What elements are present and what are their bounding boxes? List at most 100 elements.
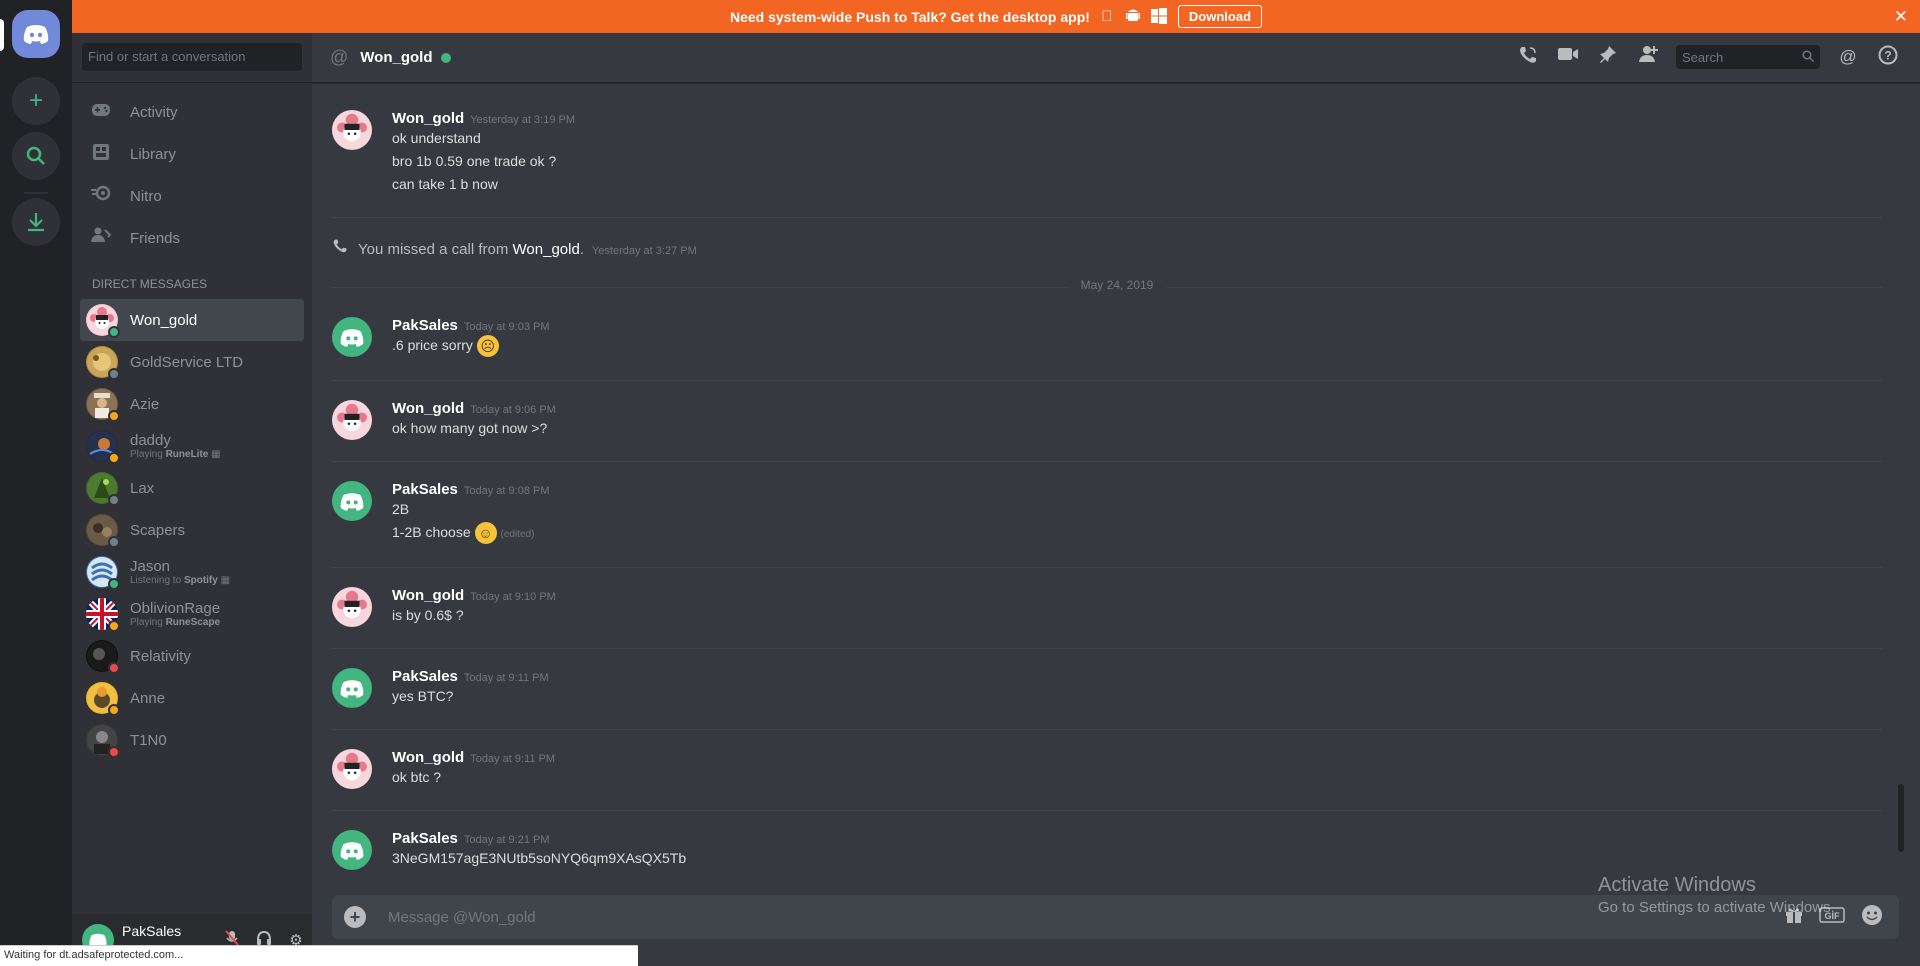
search-input[interactable]: Search <box>1676 45 1820 69</box>
voice-call-icon[interactable] <box>1516 45 1540 69</box>
windows-activation-watermark: Activate Windows Go to Settings to activ… <box>1598 874 1835 916</box>
dm-item-scapers[interactable]: Scapers <box>80 509 304 551</box>
nav-library[interactable]: Library <box>72 133 312 175</box>
search-placeholder: Search <box>1682 49 1724 65</box>
video-call-icon[interactable] <box>1556 45 1580 69</box>
message-author[interactable]: PakSales <box>392 830 458 847</box>
dm-item-anne[interactable]: Anne <box>80 677 304 719</box>
dm-item-lax[interactable]: Lax <box>80 467 304 509</box>
message-text: can take 1 b now <box>392 176 498 192</box>
dm-name: Azie <box>130 395 160 413</box>
plus-icon: + <box>28 87 43 114</box>
message-author[interactable]: Won_gold <box>392 400 464 417</box>
activity-name: RuneLite <box>165 449 209 460</box>
apple-icon:  <box>1098 8 1116 26</box>
message-author[interactable]: PakSales <box>392 481 458 498</box>
message-divider <box>332 567 1882 568</box>
scrollbar-thumb[interactable] <box>1898 784 1904 852</box>
message-text: ok how many got now >? <box>392 420 548 436</box>
dm-name: Lax <box>130 479 155 497</box>
message-divider <box>332 380 1882 381</box>
dm-name: daddy <box>130 432 171 449</box>
nav-activity[interactable]: Activity <box>72 91 312 133</box>
nav-nitro[interactable]: Nitro <box>72 175 312 217</box>
pinned-messages-icon[interactable] <box>1596 45 1620 69</box>
friends-icon <box>90 227 112 249</box>
download-button[interactable]: Download <box>1177 5 1263 28</box>
dm-item-won-gold[interactable]: Won_gold <box>80 299 304 341</box>
home-button[interactable] <box>12 10 60 58</box>
dm-sidebar: Find or start a conversation Activity Li… <box>72 33 312 966</box>
message-group: PakSales Today at 9:11 PM yes BTC? <box>332 668 1882 708</box>
mentions-icon[interactable]: @ <box>1836 45 1860 69</box>
help-icon[interactable]: ? <box>1876 45 1900 69</box>
discord-logo-icon <box>23 25 49 44</box>
at-sign-icon: @ <box>330 47 349 67</box>
avatar[interactable] <box>332 481 372 521</box>
message-author[interactable]: Won_gold <box>392 749 464 766</box>
missed-call-user[interactable]: Won_gold <box>513 241 580 258</box>
avatar[interactable] <box>332 110 372 150</box>
online-status-icon <box>440 52 451 63</box>
offline-status-icon <box>108 368 120 380</box>
nav-label: Activity <box>130 103 178 121</box>
message-input[interactable]: Message @Won_gold <box>388 909 1785 926</box>
message-author[interactable]: PakSales <box>392 317 458 334</box>
online-status-icon <box>108 326 120 338</box>
dm-name: Won_gold <box>130 311 198 329</box>
avatar[interactable] <box>332 830 372 870</box>
message-timestamp: Today at 9:08 PM <box>463 485 550 497</box>
explore-button[interactable] <box>12 132 60 180</box>
avatar <box>86 556 120 590</box>
search-bar-wrapper: Find or start a conversation <box>72 33 312 83</box>
find-conversation-input[interactable]: Find or start a conversation <box>82 43 302 71</box>
emoji-picker-icon[interactable] <box>1861 904 1883 931</box>
avatar <box>86 472 120 506</box>
dm-item-goldservice[interactable]: GoldService LTD <box>80 341 304 383</box>
add-friend-to-dm-icon[interactable] <box>1636 45 1660 69</box>
rich-presence-icon: ▦ <box>220 575 231 586</box>
avatar <box>86 430 120 464</box>
avatar[interactable] <box>332 587 372 627</box>
message-author[interactable]: PakSales <box>392 668 458 685</box>
avatar[interactable] <box>332 317 372 357</box>
dm-activity: Playing RuneScape <box>130 617 220 628</box>
message-group: Won_gold Today at 9:11 PM ok btc ? <box>332 749 1882 789</box>
avatar[interactable] <box>332 749 372 789</box>
avatar[interactable] <box>332 400 372 440</box>
message-divider <box>332 648 1882 649</box>
activity-prefix: Playing <box>130 617 166 628</box>
frowning-face-emoji-icon: ☹ <box>476 335 499 358</box>
add-server-button[interactable]: + <box>12 77 60 125</box>
download-apps-button[interactable] <box>12 198 60 246</box>
separator-line <box>332 287 1067 288</box>
message-divider <box>332 217 1882 218</box>
message-author[interactable]: Won_gold <box>392 587 464 604</box>
message-group: PakSales Today at 9:21 PM 3NeGM157agE3NUt… <box>332 830 1882 870</box>
close-icon[interactable]: ✕ <box>1894 7 1908 27</box>
message-divider <box>332 729 1882 730</box>
date-label: May 24, 2019 <box>1080 278 1154 292</box>
avatar <box>86 640 120 674</box>
username: PakSales <box>122 923 182 939</box>
message-author[interactable]: Won_gold <box>392 110 464 127</box>
browser-status-bar: Waiting for dt.adsafeprotected.com... <box>0 945 638 966</box>
dm-item-jason[interactable]: Jason Listening to Spotify ▦ <box>80 551 304 593</box>
dm-item-daddy[interactable]: daddy Playing RuneLite ▦ <box>80 425 304 467</box>
rich-presence-icon: ▦ <box>211 449 221 460</box>
dm-item-azie[interactable]: Azie <box>80 383 304 425</box>
upload-plus-icon[interactable]: + <box>344 906 366 928</box>
dm-item-oblivionrage[interactable]: OblivionRage Playing RuneScape <box>80 593 304 635</box>
header-toolbar: Search @ ? <box>1500 45 1900 69</box>
avatar[interactable] <box>332 668 372 708</box>
watermark-title: Activate Windows <box>1598 874 1756 896</box>
missed-call-icon <box>332 238 348 258</box>
idle-status-icon <box>108 620 120 632</box>
dm-item-relativity[interactable]: Relativity <box>80 635 304 677</box>
message-divider <box>332 461 1882 462</box>
nav-friends[interactable]: Friends <box>72 217 312 259</box>
dm-name: GoldService LTD <box>130 353 244 371</box>
message-line: 1-2B choose ☺ (edited) <box>392 521 1882 546</box>
dm-item-t1n0[interactable]: T1N0 <box>80 719 304 761</box>
dm-name: Scapers <box>130 521 186 539</box>
